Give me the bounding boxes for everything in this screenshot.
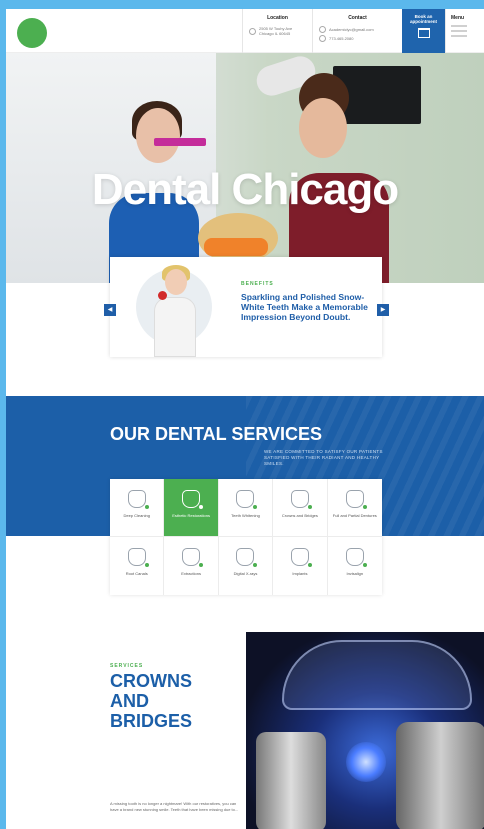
header-contact: Contact Academiclyc@gmail.com 773.465.20…: [312, 9, 402, 53]
crowns-text: A missing tooth is no longer a nightmare…: [110, 801, 239, 812]
location-line-2: Chicago IL 60645: [259, 31, 291, 36]
crowns-title: CROWNS AND BRIDGES: [110, 671, 193, 731]
benefit-card: BENEFITS Sparkling and Polished Snow-Whi…: [110, 257, 382, 357]
site-header: Location 2505 W Touhy Ave Chicago IL 606…: [6, 9, 484, 53]
service-extractions[interactable]: Extractions: [164, 537, 219, 595]
service-label: Implants: [292, 571, 308, 576]
service-deep-cleaning[interactable]: Deep Cleaning: [110, 479, 165, 537]
service-root-canals[interactable]: Root Canals: [110, 537, 165, 595]
service-label: Root Canals: [125, 571, 148, 576]
hero-chair: [204, 238, 268, 256]
service-label: Digital X-rays: [233, 571, 258, 576]
services-title: OUR DENTAL SERVICES: [110, 424, 323, 444]
page: Location 2505 W Touhy Ave Chicago IL 606…: [6, 9, 484, 829]
cleaning-icon: [127, 490, 149, 509]
book-label-2: appointment: [410, 19, 437, 24]
calendar-icon: [417, 28, 430, 38]
service-implants[interactable]: Implants: [273, 537, 328, 595]
slider-next-button[interactable]: ▶: [377, 304, 389, 316]
service-teeth-whitening[interactable]: Teeth Whitening: [218, 479, 274, 537]
root-canal-icon: [127, 548, 149, 567]
hero-image: Dental Chicago: [6, 53, 484, 283]
service-label: Full and Partial Dentures: [332, 513, 377, 518]
service-label: Crowns and Bridges: [281, 513, 318, 518]
benefit-image: [154, 265, 196, 357]
crowns-label: SERVICES: [110, 663, 144, 669]
service-label: Esthetic Restorations: [172, 513, 210, 518]
menu-line-icon: [451, 25, 467, 27]
benefit-text: Sparkling and Polished Snow-White Teeth …: [241, 292, 368, 322]
service-crowns-bridges[interactable]: Crowns and Bridges: [273, 479, 328, 537]
service-digital-xrays[interactable]: Digital X-rays: [219, 537, 274, 595]
hero-dentist-2-head: [299, 98, 347, 158]
location-pin-icon: [249, 27, 256, 35]
menu-line-icon: [451, 35, 467, 37]
slider-prev-button[interactable]: ◀: [104, 304, 116, 316]
crowns-machine-image: [246, 632, 484, 829]
book-appointment-button[interactable]: Book an appointment: [402, 9, 445, 53]
contact-phone[interactable]: 773.465.2080: [329, 36, 353, 41]
implant-icon: [290, 548, 312, 567]
phone-icon: [319, 35, 326, 42]
tooth-icon: [182, 490, 204, 509]
bridge-icon: [290, 490, 312, 509]
services-grid: Deep Cleaning Esthetic Restorations Teet…: [110, 479, 382, 595]
service-esthetic-restorations[interactable]: Esthetic Restorations: [164, 479, 219, 537]
xray-icon: [236, 548, 258, 567]
service-invisalign[interactable]: Invisalign: [328, 537, 382, 595]
benefits-label: BENEFITS: [241, 281, 274, 287]
menu-title: Menu: [451, 15, 465, 21]
menu-line-icon: [451, 30, 467, 32]
location-title: Location: [267, 15, 288, 21]
menu-button[interactable]: Menu: [445, 9, 484, 53]
dentures-icon: [345, 490, 367, 509]
header-location: Location 2505 W Touhy Ave Chicago IL 606…: [242, 9, 312, 53]
service-dentures[interactable]: Full and Partial Dentures: [327, 479, 382, 537]
whitening-icon: [236, 490, 258, 509]
service-label: Teeth Whitening: [231, 513, 260, 518]
logo[interactable]: [17, 18, 47, 48]
service-label: Extractions: [181, 571, 201, 576]
contact-email[interactable]: Academiclyc@gmail.com: [329, 27, 374, 32]
service-label: Deep Cleaning: [123, 513, 150, 518]
hero-title: Dental Chicago: [91, 165, 399, 214]
contact-title: Contact: [348, 15, 367, 21]
services-description: WE ARE COMMITTED TO SATISFY OUR PATIENTS…: [264, 449, 383, 466]
hero-dentist-1-head: [136, 108, 180, 163]
email-icon: [319, 26, 326, 33]
invisalign-icon: [345, 548, 367, 567]
service-label: Invisalign: [346, 571, 364, 576]
extraction-icon: [182, 548, 204, 567]
hero-visor: [154, 138, 206, 146]
